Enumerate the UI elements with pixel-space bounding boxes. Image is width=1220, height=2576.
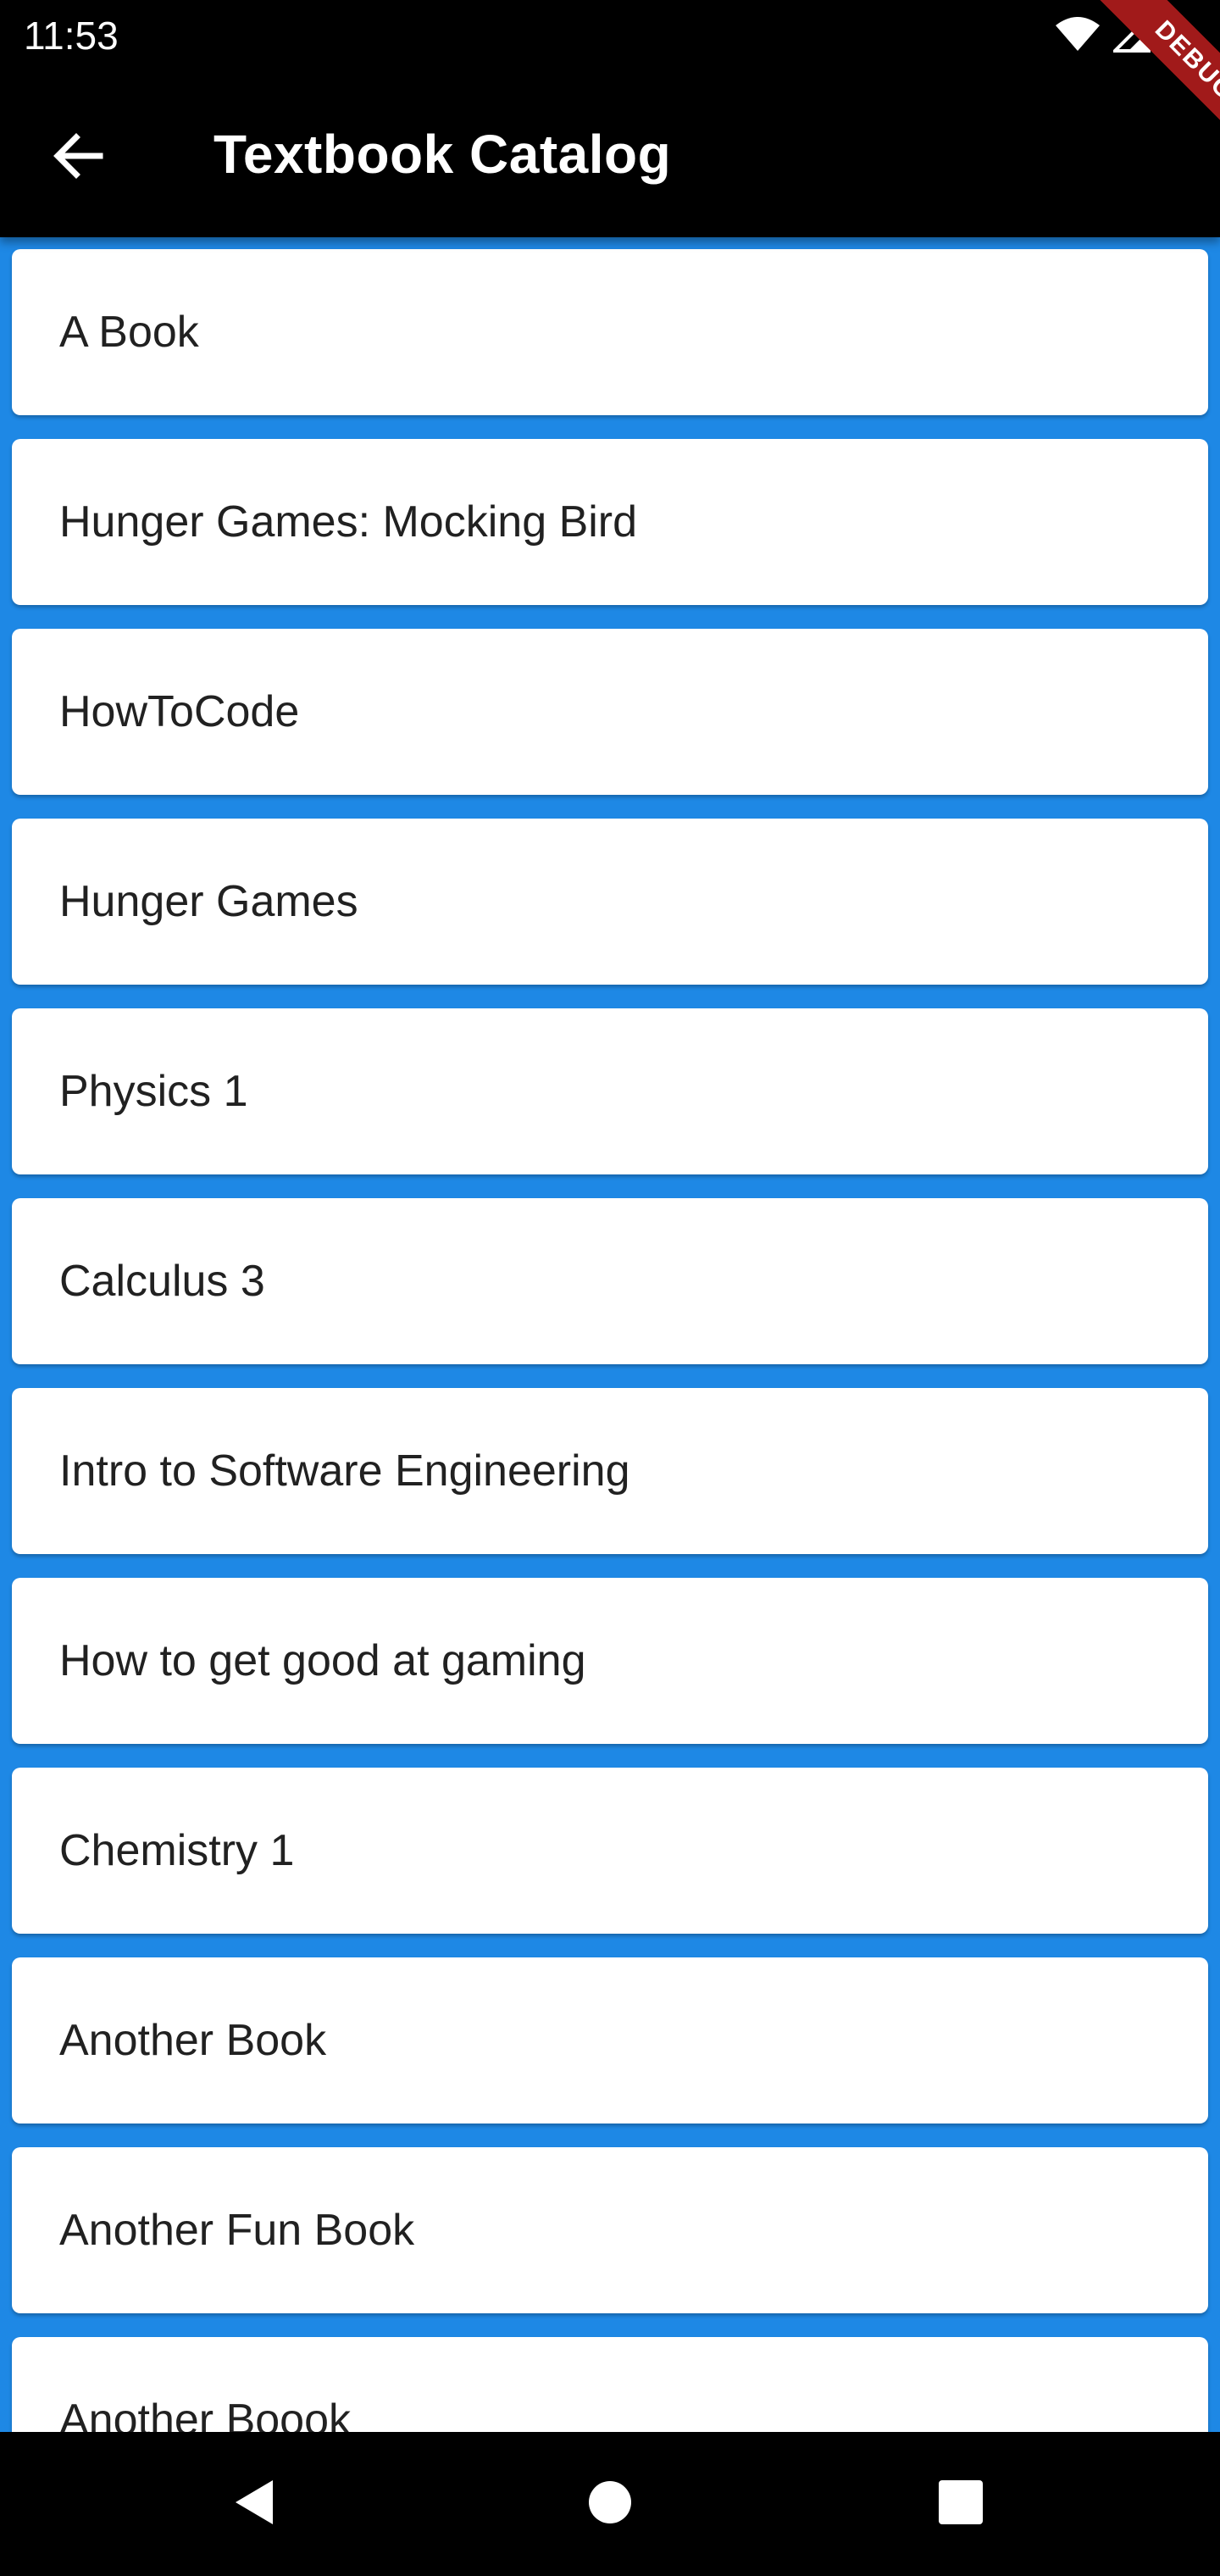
battery-icon — [1162, 13, 1186, 58]
book-title: Intro to Software Engineering — [59, 1446, 630, 1496]
arrow-back-icon — [51, 129, 105, 187]
list-item[interactable]: Physics 1 — [12, 1008, 1208, 1174]
list-item[interactable]: Another Fun Book — [12, 2147, 1208, 2313]
list-item[interactable]: Calculus 3 — [12, 1198, 1208, 1364]
book-title: How to get good at gaming — [59, 1636, 586, 1685]
list-item[interactable]: Chemistry 1 — [12, 1768, 1208, 1934]
signal-icon — [1111, 12, 1151, 57]
list-item[interactable]: Another Boook — [12, 2337, 1208, 2432]
book-list[interactable]: A Book Hunger Games: Mocking Bird HowToC… — [0, 237, 1220, 2432]
list-item[interactable]: A Book — [12, 249, 1208, 415]
list-item[interactable]: HowToCode — [12, 629, 1208, 795]
status-time: 11:53 — [24, 14, 119, 58]
list-item[interactable]: Hunger Games: Mocking Bird — [12, 439, 1208, 605]
list-item[interactable]: How to get good at gaming — [12, 1578, 1208, 1744]
book-title: Hunger Games — [59, 877, 358, 926]
book-title: Another Boook — [59, 2396, 352, 2432]
status-bar: 11:53 — [0, 0, 1220, 71]
book-title: Another Book — [59, 2016, 327, 2065]
book-title: HowToCode — [59, 687, 300, 736]
home-circle-icon — [585, 2477, 635, 2532]
back-button[interactable] — [37, 117, 119, 198]
wifi-icon — [1054, 15, 1101, 57]
book-title: Physics 1 — [59, 1067, 248, 1116]
app-bar: Textbook Catalog — [0, 71, 1220, 237]
back-triangle-icon — [229, 2477, 280, 2532]
book-title: Chemistry 1 — [59, 1826, 295, 1875]
recents-square-icon — [935, 2477, 986, 2532]
list-item[interactable]: Another Book — [12, 1957, 1208, 2124]
list-item[interactable]: Hunger Games — [12, 819, 1208, 985]
book-title: Hunger Games: Mocking Bird — [59, 497, 638, 547]
nav-back-button[interactable] — [212, 2462, 297, 2546]
book-title: Calculus 3 — [59, 1257, 265, 1306]
status-icons — [1054, 12, 1186, 58]
app-screen: 11:53 Textbook Catalog DEBUG A Book Hung… — [0, 0, 1220, 2576]
book-title: Another Fun Book — [59, 2206, 415, 2255]
page-title: Textbook Catalog — [214, 124, 672, 185]
nav-home-button[interactable] — [568, 2462, 652, 2546]
list-item[interactable]: Intro to Software Engineering — [12, 1388, 1208, 1554]
system-nav-bar — [0, 2432, 1220, 2576]
nav-recents-button[interactable] — [918, 2462, 1003, 2546]
book-title: A Book — [59, 308, 199, 357]
